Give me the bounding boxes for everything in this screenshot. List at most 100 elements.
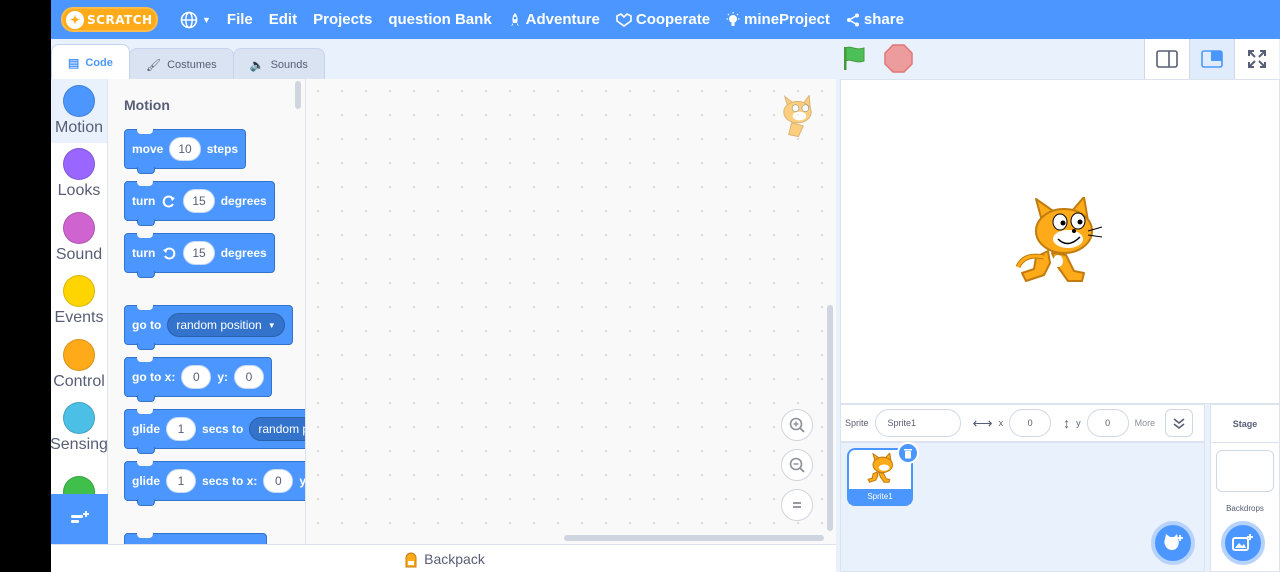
add-backdrop-button[interactable] (1221, 521, 1265, 565)
category-control-label: Control (53, 372, 105, 390)
zoom-out-button[interactable] (781, 449, 813, 481)
workspace-vertical-scrollbar[interactable] (827, 305, 833, 531)
add-extension-button[interactable] (51, 494, 108, 544)
y-position-icon: ↕ (1063, 415, 1071, 431)
stage-selector[interactable]: Stage Backdrops (1210, 404, 1280, 572)
projects-menu[interactable]: Projects (305, 0, 380, 39)
block-partial[interactable] (124, 533, 267, 544)
chevron-down-icon: ▼ (202, 14, 211, 25)
equals-icon (793, 502, 801, 508)
zoom-out-icon (789, 457, 805, 473)
block-text: glide (132, 422, 161, 436)
stage-canvas[interactable] (840, 79, 1280, 404)
category-sound-label: Sound (55, 245, 103, 263)
sprite-tile[interactable]: Sprite1 (847, 442, 919, 506)
code-workspace[interactable] (306, 79, 836, 544)
block-number-input[interactable]: 10 (169, 137, 201, 161)
workspace-horizontal-scrollbar[interactable] (564, 535, 824, 541)
adventure-menu[interactable]: Adventure (500, 0, 608, 39)
question-bank-menu[interactable]: question Bank (380, 0, 499, 39)
share-icon (846, 13, 859, 26)
backpack-icon (405, 552, 417, 567)
x-position-input[interactable]: 0 (1009, 409, 1052, 437)
rocket-icon (510, 12, 519, 26)
delete-sprite-button[interactable] (897, 442, 919, 464)
category-looks[interactable]: Looks (51, 143, 107, 207)
category-menu: Motion Looks Sound Events Control Sensin… (51, 79, 108, 495)
sprite-watermark-icon (783, 95, 812, 138)
category-motion[interactable]: Motion (51, 79, 107, 143)
edit-menu[interactable]: Edit (261, 0, 305, 39)
backdrops-label: Backdrops (1226, 504, 1264, 513)
add-sprite-button[interactable] (1151, 521, 1195, 565)
menu-bar: ✦ SCRATCH ▼ File Edit Projects question … (51, 0, 1280, 39)
dropdown-value: random position (176, 318, 262, 332)
zoom-reset-button[interactable] (781, 489, 813, 521)
block-go-to-xy[interactable]: go to x: 0 y: 0 (124, 357, 272, 402)
fullscreen-icon (1248, 50, 1266, 68)
block-number-input[interactable]: 0 (234, 365, 264, 389)
block-number-input[interactable]: 0 (263, 469, 294, 493)
block-palette: Motion move 10 steps turn 15 degrees tur… (108, 79, 306, 544)
fullscreen-button[interactable] (1234, 39, 1279, 79)
backpack-bar[interactable]: Backpack (51, 544, 836, 572)
tab-code[interactable]: ▤ Code (51, 44, 130, 80)
category-control[interactable]: Control (51, 333, 107, 397)
block-glide-to[interactable]: glide 1 secs to random p (124, 409, 305, 454)
large-stage-button[interactable] (1189, 39, 1234, 79)
block-text: degrees (220, 194, 267, 208)
stop-button[interactable] (884, 44, 913, 73)
category-events-label: Events (54, 309, 104, 327)
block-number-input[interactable]: 15 (183, 189, 215, 213)
green-flag-button[interactable] (841, 44, 869, 72)
cooperate-menu[interactable]: Cooperate (608, 0, 718, 39)
palette-section-title: Motion (124, 97, 170, 113)
block-turn-left[interactable]: turn 15 degrees (124, 233, 275, 278)
stage-selector-title: Stage (1211, 405, 1279, 443)
small-stage-icon (1156, 50, 1178, 68)
y-position-input[interactable]: 0 (1086, 409, 1129, 437)
category-sensing[interactable]: Sensing (51, 397, 107, 461)
share-menu[interactable]: share (838, 0, 912, 39)
block-number-input[interactable]: 15 (183, 241, 215, 265)
block-move-steps[interactable]: move 10 steps (124, 129, 247, 174)
file-menu[interactable]: File (219, 0, 261, 39)
lightbulb-icon (726, 11, 740, 26)
zoom-in-button[interactable] (781, 409, 813, 441)
globe-icon (180, 11, 198, 28)
language-menu[interactable]: ▼ (172, 0, 219, 39)
cat-sprite[interactable] (1014, 197, 1104, 289)
block-dropdown[interactable]: random position ▼ (167, 313, 285, 337)
sprite-name-input[interactable]: Sprite1 (874, 409, 961, 437)
add-backdrop-icon (1232, 534, 1253, 551)
collapse-button[interactable] (1165, 409, 1194, 437)
block-number-input[interactable]: 1 (166, 417, 197, 441)
more-options-link[interactable]: More (1135, 418, 1156, 428)
block-go-to[interactable]: go to random position ▼ (124, 305, 293, 350)
block-glide-to-xy[interactable]: glide 1 secs to x: 0 y: (124, 461, 305, 506)
block-turn-right[interactable]: turn 15 degrees (124, 181, 275, 226)
palette-scrollbar[interactable] (295, 81, 301, 109)
block-text: secs to (202, 422, 244, 436)
block-number-input[interactable]: 1 (166, 469, 197, 493)
tab-costumes[interactable]: 🖌 Costumes (128, 48, 234, 80)
scratch-editor: ✦ SCRATCH ▼ File Edit Projects question … (51, 0, 1280, 572)
category-events[interactable]: Events (51, 270, 107, 334)
trash-icon (904, 448, 912, 458)
small-stage-button[interactable] (1144, 39, 1189, 79)
tab-sounds[interactable]: 🔈 Sounds (232, 48, 325, 80)
mine-project-menu[interactable]: mineProject (718, 0, 838, 39)
block-dropdown[interactable]: random p (249, 417, 305, 441)
editor-tabs: ▤ Code 🖌 Costumes 🔈 Sounds (51, 44, 325, 80)
block-number-input[interactable]: 0 (181, 365, 212, 389)
chevron-down-icon: ▼ (267, 320, 276, 330)
scratch-logo[interactable]: ✦ SCRATCH (61, 7, 158, 32)
category-looks-color (63, 148, 95, 181)
category-control-color (63, 338, 95, 371)
category-events-color (63, 275, 95, 308)
category-sound[interactable]: Sound (51, 206, 107, 270)
stage-thumbnail[interactable] (1216, 450, 1274, 492)
tab-costumes-label: Costumes (167, 58, 217, 71)
paintbrush-icon: 🖌 (145, 57, 162, 72)
category-operators[interactable] (51, 460, 107, 495)
